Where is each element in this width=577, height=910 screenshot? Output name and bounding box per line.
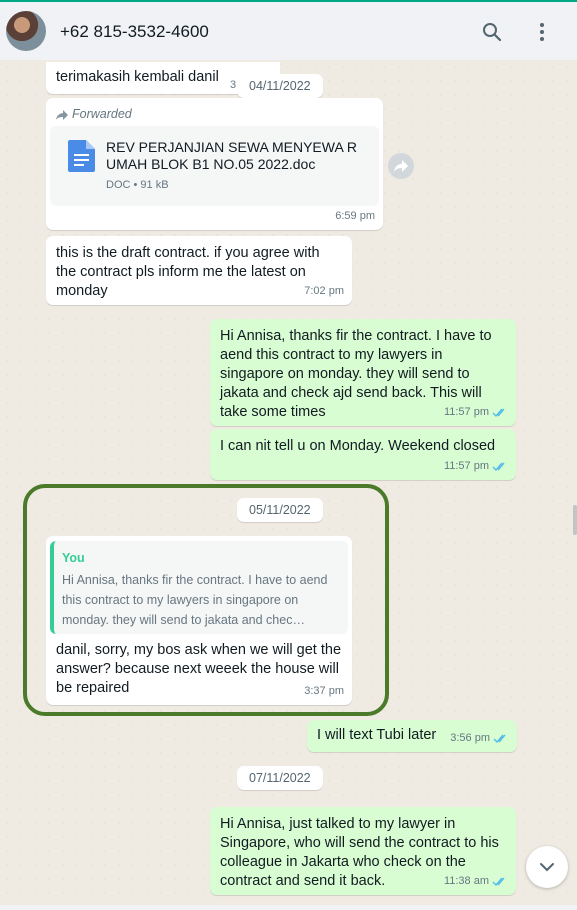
document-meta: DOC • 91 kB [106, 179, 169, 191]
message-time-text: 11:38 am [443, 875, 489, 887]
search-icon [483, 23, 502, 42]
message-bubble[interactable]: Hi Annisa, thanks fir the contract. I ha… [210, 319, 516, 426]
message-time-text: 3:56 pm [450, 732, 490, 744]
read-ticks-icon [492, 462, 505, 471]
message-time-text: 11:57 pm [443, 406, 489, 418]
menu-button[interactable] [528, 18, 556, 46]
contact-avatar[interactable] [6, 11, 46, 51]
document-message[interactable]: Forwarded REV PERJANJIAN SEWA MENYEWA RU… [46, 98, 383, 230]
message-time: 7:02 pm [304, 285, 344, 297]
message-bubble[interactable]: this is the draft contract. if you agree… [46, 236, 352, 305]
composer-edge [0, 905, 577, 910]
message-time: 3:56 pm [450, 729, 509, 748]
reply-message[interactable]: You Hi Annisa, thanks fir the contract. … [46, 536, 352, 705]
read-ticks-icon [492, 877, 505, 886]
message-bubble[interactable]: Hi Annisa, just talked to my lawyer in S… [210, 807, 516, 895]
quoted-message[interactable]: You Hi Annisa, thanks fir the contract. … [50, 541, 348, 634]
message-time-text: 11:57 pm [443, 460, 489, 472]
document-card[interactable]: REV PERJANJIAN SEWA MENYEWA RUMAH BLOK B… [50, 126, 379, 206]
search-button[interactable] [478, 18, 506, 46]
quote-text: Hi Annisa, thanks fir the contract. I ha… [62, 573, 328, 627]
scrollbar-thumb[interactable] [573, 505, 577, 535]
date-separator: 07/11/2022 [237, 766, 323, 790]
scroll-to-bottom-button[interactable] [526, 846, 568, 888]
chat-area[interactable]: terimakasih kembali danil 3 04/11/2022 F… [0, 60, 577, 910]
message-bubble[interactable]: I will text Tubi later 3:56 pm [307, 720, 517, 752]
forward-button[interactable] [388, 153, 414, 179]
message-text: this is the draft contract. if you agree… [56, 245, 320, 299]
message-time: 11:38 am [444, 872, 508, 891]
date-separator: 05/11/2022 [237, 498, 323, 522]
forwarded-text: Forwarded [72, 107, 132, 121]
quote-author: You [62, 551, 85, 565]
message-time: 11:57 pm [444, 403, 508, 422]
message-text: I can nit tell u on Monday. Weekend clos… [220, 438, 496, 454]
read-ticks-icon [493, 734, 506, 743]
message-badge: 3 [230, 79, 237, 91]
message-time: 11:57 pm [444, 457, 508, 476]
date-separator: 04/11/2022 [237, 74, 323, 98]
document-icon [68, 140, 95, 172]
chevron-down-icon [540, 863, 554, 872]
read-ticks-icon [492, 408, 505, 417]
forwarded-label: Forwarded [56, 105, 132, 124]
message-time: 6:59 pm [335, 210, 375, 222]
message-bubble[interactable]: I can nit tell u on Monday. Weekend clos… [210, 429, 516, 480]
message-time: 3:37 pm [304, 685, 344, 697]
contact-name[interactable]: +62 815-3532-4600 [60, 22, 209, 42]
document-name: REV PERJANJIAN SEWA MENYEWA RUMAH BLOK B… [106, 139, 358, 172]
forward-share-icon [394, 160, 408, 172]
kebab-menu-icon [540, 23, 544, 41]
chat-header: +62 815-3532-4600 [0, 0, 577, 60]
message-text: danil, sorry, my bos ask when we will ge… [56, 642, 342, 696]
forward-arrow-icon [56, 109, 68, 120]
